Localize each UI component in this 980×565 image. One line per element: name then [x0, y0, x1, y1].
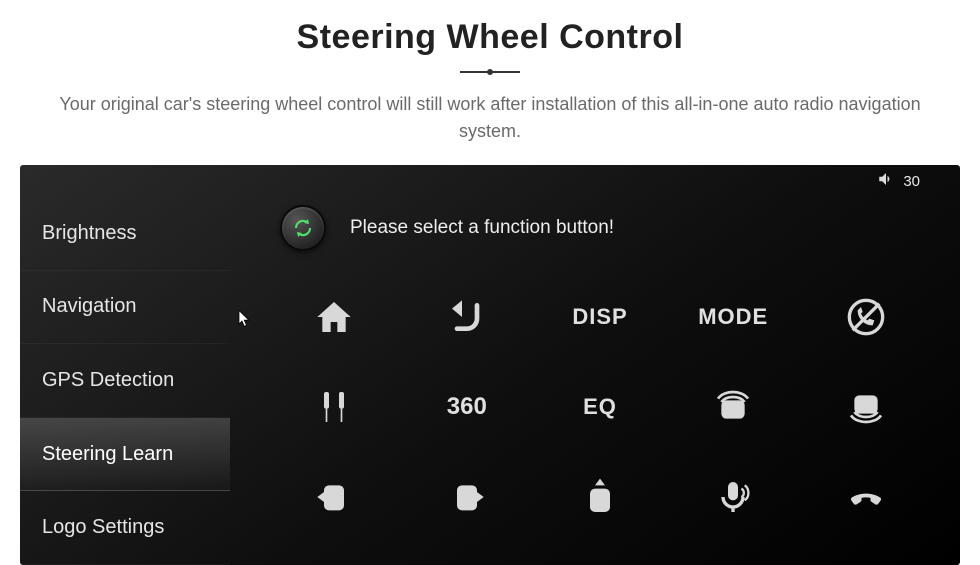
- fn-radar-front-button[interactable]: [680, 369, 787, 445]
- aux-icon: [314, 387, 354, 427]
- fn-car-left-button[interactable]: [280, 459, 387, 535]
- car-radar-rear-icon: [846, 387, 886, 427]
- sidebar-item-navigation[interactable]: Navigation: [20, 271, 230, 345]
- car-radar-front-icon: [713, 387, 753, 427]
- sidebar-item-label: Logo Settings: [42, 516, 164, 539]
- main-panel: Please select a function button! DISP MO…: [230, 197, 960, 565]
- fn-radar-rear-button[interactable]: [813, 369, 920, 445]
- sidebar-item-label: Steering Learn: [42, 443, 173, 466]
- sync-button[interactable]: [280, 205, 326, 251]
- volume-value: 30: [903, 173, 920, 190]
- sidebar-item-brightness[interactable]: Brightness: [20, 197, 230, 271]
- fn-360-button[interactable]: 360: [413, 369, 520, 445]
- fn-disp-button[interactable]: DISP: [546, 279, 653, 355]
- page-header: Steering Wheel Control Your original car…: [0, 0, 980, 165]
- sidebar-item-label: Navigation: [42, 295, 137, 318]
- fn-home-button[interactable]: [280, 279, 387, 355]
- status-bar: 30: [20, 165, 960, 197]
- fn-mode-button[interactable]: MODE: [680, 279, 787, 355]
- disp-label: DISP: [572, 304, 627, 330]
- device-screen: 30 Brightness Navigation GPS Detection S…: [20, 165, 960, 565]
- fn-car-right-button[interactable]: [413, 459, 520, 535]
- three-sixty-label: 360: [447, 393, 487, 421]
- sidebar: Brightness Navigation GPS Detection Stee…: [20, 197, 230, 565]
- sidebar-item-gps-detection[interactable]: GPS Detection: [20, 344, 230, 418]
- fn-car-up-button[interactable]: [546, 459, 653, 535]
- mode-label: MODE: [698, 304, 768, 330]
- phone-mute-icon: [846, 297, 886, 337]
- sidebar-item-steering-learn[interactable]: Steering Learn: [20, 418, 230, 492]
- sidebar-item-logo-settings[interactable]: Logo Settings: [20, 491, 230, 565]
- voice-icon: [713, 477, 753, 517]
- sidebar-item-label: GPS Detection: [42, 369, 174, 392]
- fn-voice-button[interactable]: [680, 459, 787, 535]
- prompt-text: Please select a function button!: [350, 217, 614, 239]
- eq-label: EQ: [583, 394, 617, 420]
- device-body: Brightness Navigation GPS Detection Stee…: [20, 197, 960, 565]
- fn-eq-button[interactable]: EQ: [546, 369, 653, 445]
- sidebar-item-label: Brightness: [42, 222, 137, 245]
- fn-hangup-button[interactable]: [813, 459, 920, 535]
- fn-back-button[interactable]: [413, 279, 520, 355]
- page-subtitle: Your original car's steering wheel contr…: [0, 91, 980, 165]
- phone-hangup-icon: [846, 477, 886, 517]
- fn-aux-button[interactable]: [280, 369, 387, 445]
- car-up-icon: [580, 477, 620, 517]
- title-divider: [460, 71, 520, 73]
- back-icon: [447, 297, 487, 337]
- main-top-row: Please select a function button!: [280, 205, 930, 251]
- car-right-icon: [447, 477, 487, 517]
- page-title: Steering Wheel Control: [0, 18, 980, 57]
- volume-icon: [877, 170, 895, 192]
- cursor-icon: [236, 307, 254, 329]
- fn-mute-call-button[interactable]: [813, 279, 920, 355]
- function-grid: DISP MODE 360 EQ: [280, 279, 930, 535]
- home-icon: [314, 297, 354, 337]
- sync-icon: [291, 216, 315, 240]
- car-left-icon: [314, 477, 354, 517]
